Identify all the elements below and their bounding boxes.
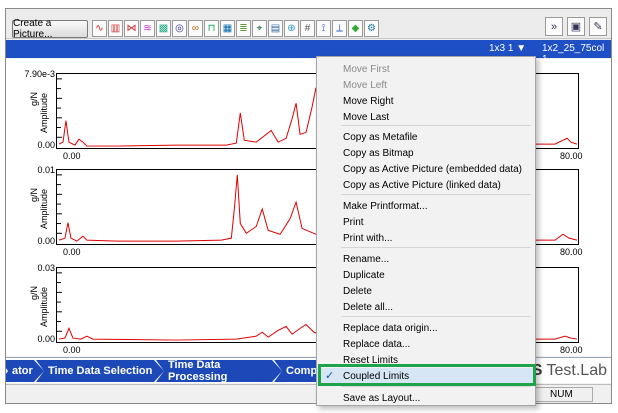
toolbar-icon-group: ∿ ▥ ⋈ ≋ ▩ ◎ ∞ ⊓ ▦ ≣ ⌖ ▤ ⊕ # ⟟ ⟂ ◆ ⚙: [92, 20, 379, 38]
polar-icon[interactable]: ◎: [172, 20, 187, 37]
menu-item-replace-data-origin[interactable]: Replace data origin...: [317, 320, 535, 336]
menu-separator: [341, 194, 531, 195]
y-unit-label: g/N: [29, 286, 39, 301]
legend-icon[interactable]: ▤: [268, 20, 283, 37]
y-max-label: 0.01: [37, 165, 55, 175]
x-max-label: 80.00: [560, 247, 583, 257]
menu-item-label: Replace data...: [343, 338, 411, 350]
menu-item-copy-as-metafile[interactable]: Copy as Metafile: [317, 129, 535, 145]
menu-item-label: Move Right: [343, 95, 394, 107]
y-unit-label: g/N: [29, 92, 39, 107]
y-unit-label: g/N: [29, 188, 39, 203]
menu-item-duplicate[interactable]: Duplicate: [317, 267, 535, 283]
menu-item-copy-as-active-picture-embedded-data[interactable]: Copy as Active Picture (embedded data): [317, 161, 535, 177]
create-picture-button[interactable]: Create a Picture...: [12, 18, 88, 40]
menu-separator: [341, 316, 531, 317]
workflow-step-time-data-processing[interactable]: Time Data Processing: [156, 360, 282, 382]
y-max-label: 7.90e-3: [24, 69, 55, 79]
menu-item-label: Delete all...: [343, 301, 394, 313]
line-chart-icon[interactable]: ∿: [92, 20, 107, 37]
cursor-icon[interactable]: ⌖: [252, 20, 267, 37]
menu-item-label: Delete: [343, 285, 372, 297]
menu-item-move-first[interactable]: Move First: [317, 61, 535, 77]
menu-item-move-left[interactable]: Move Left: [317, 77, 535, 93]
workflow-step-navigator[interactable]: ator: [5, 360, 44, 382]
x-max-label: 80.00: [560, 345, 583, 355]
x-max-label: 80.00: [560, 151, 583, 161]
num-lock-indicator: NUM: [533, 387, 593, 402]
y-axis-label: Amplitude: [39, 287, 49, 328]
menu-item-label: Replace data origin...: [343, 322, 438, 334]
table-icon[interactable]: ▦: [220, 20, 235, 37]
y-min-label: 0.00: [37, 334, 55, 344]
waterfall-icon[interactable]: ≋: [140, 20, 155, 37]
edit-icon[interactable]: ✎: [589, 17, 607, 36]
menu-item-label: Save as Layout...: [343, 392, 421, 404]
workflow-step-time-data-selection[interactable]: Time Data Selection: [36, 360, 164, 382]
menu-item-label: Copy as Active Picture (linked data): [343, 179, 501, 191]
menu-item-label: Print with...: [343, 232, 393, 244]
toolbar: Create a Picture... ∿ ▥ ⋈ ≋ ▩ ◎ ∞ ⊓ ▦ ≣ ⌖ ▤ ⊕ # ⟟ ⟂ ◆ ⚙ »…: [6, 9, 611, 40]
menu-item-delete-all[interactable]: Delete all...: [317, 299, 535, 315]
y-max-label: 0.03: [37, 263, 55, 273]
x-min-label: 0.00: [63, 247, 81, 257]
brand-suffix: Test.Lab: [542, 362, 607, 379]
menu-separator: [341, 125, 531, 126]
menu-item-move-last[interactable]: Move Last: [317, 109, 535, 125]
menu-item-label: Copy as Metafile: [343, 131, 418, 143]
menu-item-label: Copy as Bitmap: [343, 147, 414, 159]
y-min-label: 0.00: [37, 140, 55, 150]
properties-icon[interactable]: ⚙: [364, 20, 379, 37]
menu-item-label: Rename...: [343, 253, 390, 265]
menu-item-print-with[interactable]: Print with...: [317, 230, 535, 246]
menu-item-copy-as-active-picture-linked-data[interactable]: Copy as Active Picture (linked data): [317, 177, 535, 193]
menu-item-delete[interactable]: Delete: [317, 283, 535, 299]
toolbar-right-group: » ▣ ✎: [545, 17, 607, 36]
bode-icon[interactable]: ⋈: [124, 20, 139, 37]
y-axis-label: Amplitude: [39, 189, 49, 230]
menu-item-label: Print: [343, 216, 364, 228]
grid-icon[interactable]: #: [300, 20, 315, 37]
menu-item-label: Move Left: [343, 79, 387, 91]
bar-chart-icon[interactable]: ▥: [108, 20, 123, 37]
menu-separator: [341, 386, 531, 387]
expand-icon[interactable]: »: [545, 17, 563, 36]
order-icon[interactable]: ⟂: [332, 20, 347, 37]
layout-selector[interactable]: 1x3 1 ▼: [489, 43, 526, 54]
menu-item-copy-as-bitmap[interactable]: Copy as Bitmap: [317, 145, 535, 161]
color-icon[interactable]: ◆: [348, 20, 363, 37]
orbit-icon[interactable]: ∞: [188, 20, 203, 37]
layout-icon[interactable]: ▣: [567, 17, 585, 36]
menu-item-label: Copy as Active Picture (embedded data): [343, 163, 522, 175]
menu-item-label: Make Printformat...: [343, 200, 428, 212]
menu-item-label: Duplicate: [343, 269, 385, 281]
colormap-icon[interactable]: ▩: [156, 20, 171, 37]
y-axis-label: Amplitude: [39, 93, 49, 134]
menu-item-replace-data[interactable]: Replace data...: [317, 336, 535, 352]
overlay-icon[interactable]: ≣: [236, 20, 251, 37]
x-min-label: 0.00: [63, 345, 81, 355]
menu-item-rename[interactable]: Rename...: [317, 251, 535, 267]
highlight-box: [318, 364, 536, 386]
brand-logo: S Test.Lab: [532, 362, 607, 380]
menu-item-save-as-layout[interactable]: Save as Layout...: [317, 390, 535, 406]
menu-item-label: Move Last: [343, 111, 390, 123]
menu-separator: [341, 247, 531, 248]
menu-item-move-right[interactable]: Move Right: [317, 93, 535, 109]
marker-icon[interactable]: ⟟: [316, 20, 331, 37]
spectrum-icon[interactable]: ⊓: [204, 20, 219, 37]
menu-item-make-printformat[interactable]: Make Printformat...: [317, 198, 535, 214]
y-min-label: 0.00: [37, 236, 55, 246]
zoom-icon[interactable]: ⊕: [284, 20, 299, 37]
menu-item-print[interactable]: Print: [317, 214, 535, 230]
context-menu: Move First Move Left Move Right Move Last Co…: [316, 56, 536, 406]
menu-item-label: Move First: [343, 63, 390, 75]
x-min-label: 0.00: [63, 151, 81, 161]
